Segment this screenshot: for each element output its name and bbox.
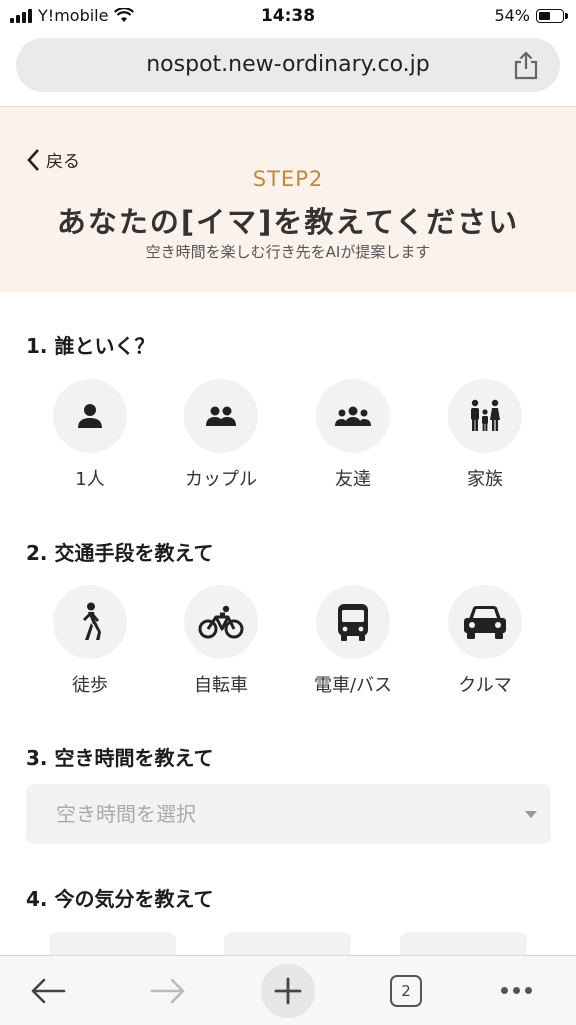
back-nav-button[interactable] bbox=[18, 956, 78, 1025]
section-transport-title: 2. 交通手段を教えて bbox=[26, 541, 214, 565]
option-label: 電車/バス bbox=[313, 675, 393, 696]
couple-icon bbox=[206, 406, 236, 426]
family-icon bbox=[471, 399, 500, 431]
section-who-title: 1. 誰といく？ bbox=[26, 334, 155, 358]
free-time-select[interactable]: 空き時間を選択 bbox=[26, 784, 551, 844]
page-title: あなたの[イマ]を教えてください bbox=[56, 205, 520, 239]
option-friends[interactable]: 友達 bbox=[298, 379, 408, 491]
forward-nav-button[interactable] bbox=[138, 956, 198, 1025]
section-mood-title: 4. 今の気分を教えて bbox=[26, 887, 214, 911]
option-label: 自転車 bbox=[194, 675, 248, 696]
group-icon bbox=[335, 406, 371, 426]
bicycle-icon bbox=[198, 605, 244, 639]
share-icon[interactable] bbox=[512, 50, 540, 80]
option-train-bus[interactable]: 電車/バス bbox=[298, 585, 408, 697]
clock: 14:38 bbox=[260, 6, 316, 26]
address-bar[interactable]: nospot.new-ordinary.co.jp bbox=[16, 38, 560, 92]
more-menu-button[interactable] bbox=[486, 956, 546, 1025]
url-text[interactable]: nospot.new-ordinary.co.jp bbox=[16, 38, 500, 92]
option-solo[interactable]: 1人 bbox=[35, 379, 145, 491]
page-header: 戻る STEP2 あなたの[イマ]を教えてください 空き時間を楽しむ行き先をAI… bbox=[0, 107, 576, 292]
bus-icon bbox=[338, 604, 368, 641]
option-label: 友達 bbox=[335, 469, 371, 490]
option-label: クルマ bbox=[458, 675, 512, 696]
new-tab-button[interactable] bbox=[258, 956, 318, 1025]
tabs-button[interactable]: 2 bbox=[376, 956, 436, 1025]
more-icon bbox=[500, 987, 532, 994]
battery-percent: 54% bbox=[494, 6, 530, 25]
status-bar: Y!mobile 14:38 54% bbox=[0, 0, 576, 34]
car-icon bbox=[464, 606, 506, 639]
option-label: カップル bbox=[185, 469, 257, 490]
option-walk[interactable]: 徒歩 bbox=[35, 585, 145, 697]
option-label: 家族 bbox=[467, 469, 503, 490]
page-subtitle: 空き時間を楽しむ行き先をAIが提案します bbox=[145, 243, 431, 261]
walk-icon bbox=[83, 602, 101, 640]
arrow-right-icon bbox=[150, 978, 185, 1003]
section-time-title: 3. 空き時間を教えて bbox=[26, 746, 214, 770]
arrow-left-icon bbox=[31, 978, 66, 1003]
option-label: 徒歩 bbox=[72, 675, 108, 696]
tab-count: 2 bbox=[390, 974, 422, 1007]
status-right: 54% bbox=[494, 6, 568, 25]
select-placeholder: 空き時間を選択 bbox=[56, 802, 196, 826]
option-bicycle[interactable]: 自転車 bbox=[166, 585, 276, 697]
browser-toolbar: 2 bbox=[0, 955, 576, 1025]
option-family[interactable]: 家族 bbox=[430, 379, 540, 491]
option-label: 1人 bbox=[75, 469, 105, 490]
option-car[interactable]: クルマ bbox=[430, 585, 540, 697]
plus-icon bbox=[274, 977, 302, 1004]
step-label: STEP2 bbox=[252, 167, 324, 191]
option-couple[interactable]: カップル bbox=[166, 379, 276, 491]
person-icon bbox=[78, 404, 102, 428]
battery-icon bbox=[536, 8, 568, 23]
caret-down-icon bbox=[525, 811, 537, 818]
